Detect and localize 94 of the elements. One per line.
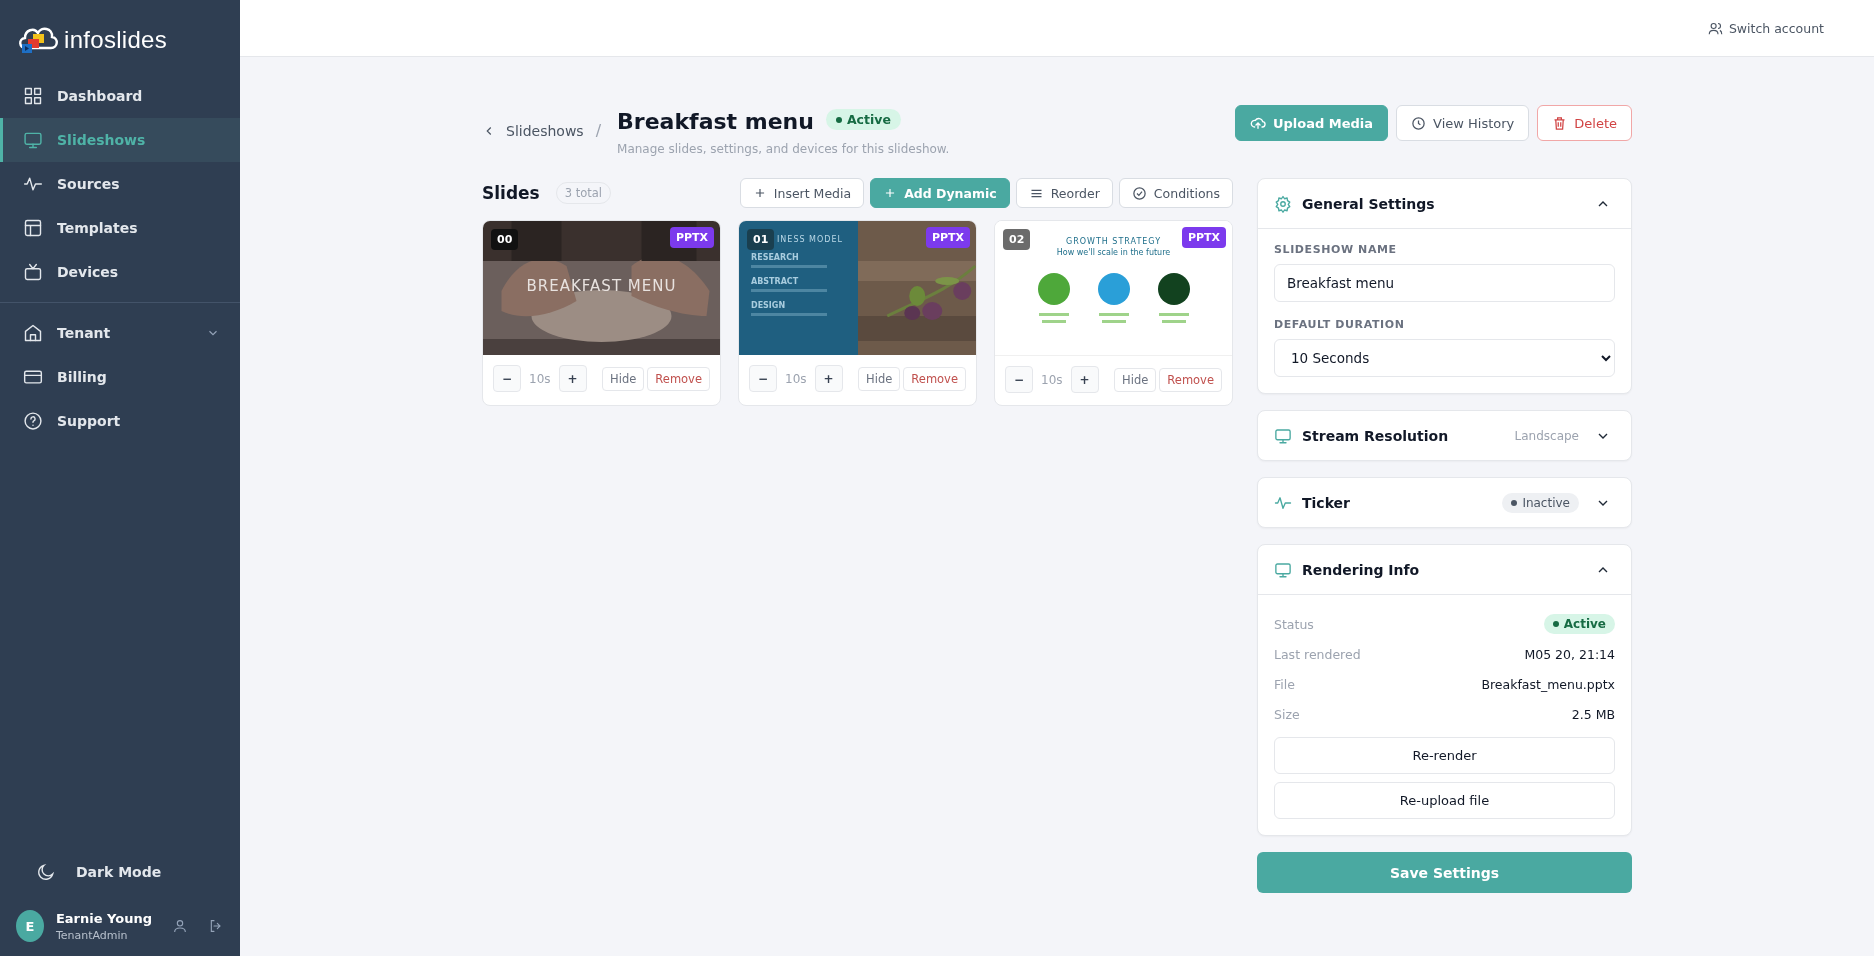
info-label: File [1274,676,1295,692]
nav-item[interactable]: Tenant [0,311,240,355]
duration-text: 10s [1040,372,1064,387]
user-avatar: E [16,910,44,942]
panel-header[interactable]: Stream Resolution Landscape [1258,411,1631,460]
nav-item[interactable]: Billing [0,355,240,399]
monitor-icon [23,130,43,150]
panel-button[interactable]: Re-render [1274,737,1615,774]
remove-button[interactable]: Remove [647,366,710,391]
slide-subheading: DESIGN [751,301,787,310]
nav-item[interactable]: Support [0,399,240,443]
panel-title: Stream Resolution [1302,427,1449,444]
decrease-button[interactable]: − [1005,366,1033,393]
remove-button[interactable]: Remove [903,366,966,391]
panel-title: Ticker [1302,494,1350,511]
panel-button[interactable]: Re-upload file [1274,782,1615,819]
toolbar-button[interactable]: Conditions [1118,178,1233,208]
monitor-icon [1274,426,1292,445]
hide-button[interactable]: Hide [858,366,901,391]
grid-icon [23,86,43,106]
panel-value: Landscape [1514,428,1579,443]
info-label: Size [1274,706,1300,722]
page-subtitle: Manage slides, settings, and devices for this slideshow. [617,142,950,156]
slide-subheading: RESEARCH [751,253,800,262]
layout-icon [23,218,43,238]
increase-button[interactable]: + [1070,366,1099,393]
action-button[interactable]: View History [1396,105,1530,141]
trash-icon [1552,115,1568,131]
info-value: 2.5 MB [1571,706,1615,722]
upload-icon [1249,115,1266,131]
increase-button[interactable]: + [558,365,587,392]
check-circle-icon [1131,185,1147,201]
slide-number: 00 [491,229,519,250]
switch-account-link[interactable]: Switch account [1707,20,1824,36]
increase-button[interactable]: + [814,365,843,392]
slide-number: 01 [747,229,775,250]
slide-subheading: ABSTRACT [751,277,800,286]
user-role: TenantAdmin [55,928,129,942]
status-badge: Inactive [1502,492,1579,513]
info-label: Status [1274,616,1314,632]
hide-button[interactable]: Hide [1114,367,1157,392]
help-icon [23,411,43,431]
panel-header[interactable]: General Settings [1258,179,1631,229]
toolbar-button[interactable]: Insert Media [739,178,865,208]
panel-title: General Settings [1302,195,1435,212]
slide-heading: GROWTH STRATEGY [1065,237,1162,246]
name-input[interactable]: Breakfast menu [1274,264,1615,302]
info-value: Breakfast_menu.pptx [1481,676,1615,692]
nav-item[interactable]: Sources [0,162,240,206]
section-title: Slides [482,183,540,203]
action-button[interactable]: Delete [1537,105,1632,141]
nav-item[interactable]: Templates [0,206,240,250]
info-label: Last rendered [1274,646,1361,662]
user-name: Earnie Young [55,910,152,926]
home-icon [23,323,43,343]
duration-text: 10s [528,371,552,386]
field-label: SLIDESHOW NAME [1274,243,1398,256]
nav-item[interactable]: Dashboard [0,74,240,118]
duration-text: 10s [784,371,808,386]
gear-icon [1274,194,1292,213]
nav-item[interactable]: Slideshows [0,118,240,162]
dark-mode-toggle[interactable]: Dark Mode [0,850,240,894]
panel-header[interactable]: Ticker Inactive [1258,478,1631,527]
page-title: Breakfast menu [617,109,814,134]
brand-name: infoslides [64,26,168,54]
file-type-badge: PPTX [669,227,714,248]
profile-icon[interactable] [172,918,188,934]
decrease-button[interactable]: − [749,365,777,392]
file-type-badge: PPTX [1181,227,1226,248]
remove-button[interactable]: Remove [1159,367,1222,392]
moon-icon [36,862,56,882]
users-icon [1707,20,1723,36]
file-type-badge: PPTX [925,227,970,248]
slide-title: BREAKFAST MENU [525,277,678,295]
hide-button[interactable]: Hide [602,366,645,391]
duration-select[interactable]: 10 Seconds [1274,339,1615,377]
breadcrumb-separator: / [595,121,602,140]
toolbar-button[interactable]: Reorder [1015,178,1113,208]
panel-header[interactable]: Rendering Info [1258,545,1631,595]
panel-title: Rendering Info [1302,561,1420,578]
slide-heading: INESS MODEL [777,235,844,244]
clock-icon [1411,115,1427,131]
breadcrumb-link[interactable]: Slideshows [482,123,584,139]
monitor-icon [1274,560,1292,579]
status-badge: Active [825,109,901,130]
slide-number: 02 [1003,229,1031,250]
status-badge: Active [1543,614,1615,634]
card-icon [23,367,43,387]
slide-subheading: How we'll scale in the future [1056,248,1171,257]
info-value: M05 20, 21:14 [1524,646,1615,662]
nav-item[interactable]: Devices [0,250,240,294]
decrease-button[interactable]: − [493,365,521,392]
field-label: DEFAULT DURATION [1274,318,1406,331]
tv-icon [23,262,43,282]
